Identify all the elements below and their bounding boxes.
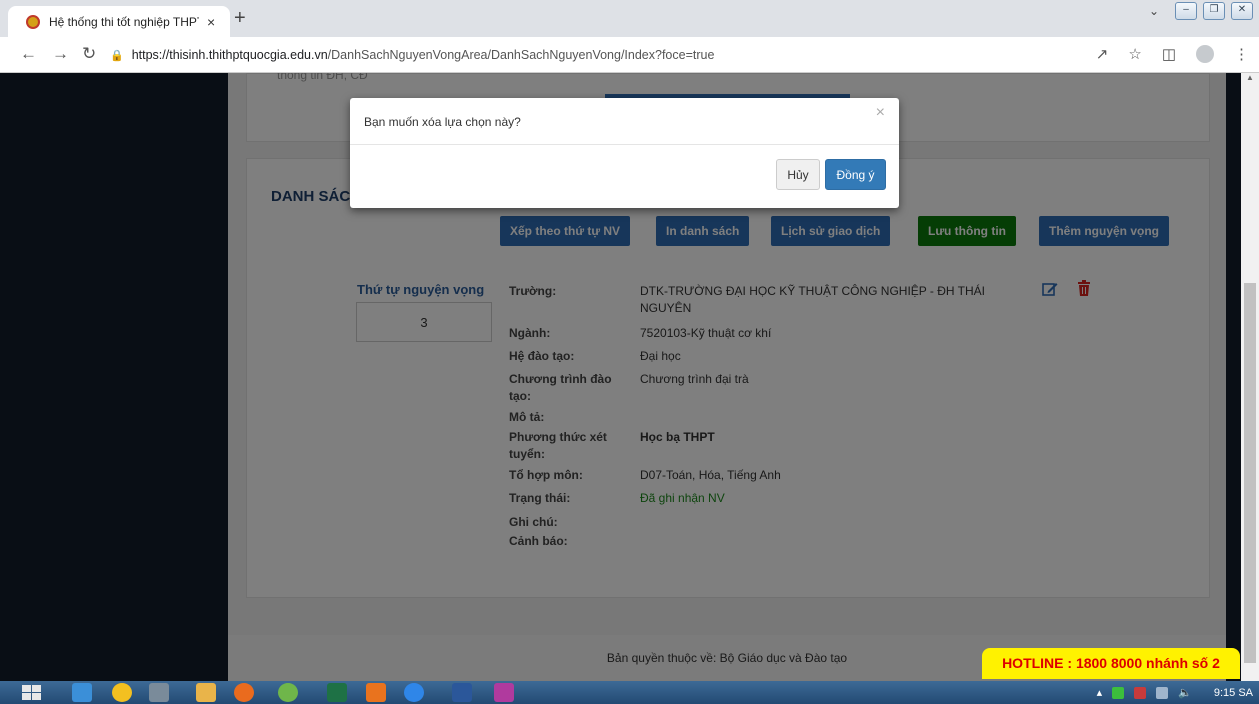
browser-menu-icon[interactable]: ⋮ (1234, 45, 1249, 63)
browser-tab-bar: Hệ thống thi tốt nghiệp THPT 20 × + ⌄ – … (0, 0, 1259, 37)
tray-expand-icon[interactable]: ▴ (1097, 686, 1103, 699)
forward-arrow-icon[interactable]: → (52, 44, 69, 64)
browser-tab[interactable]: Hệ thống thi tốt nghiệp THPT 20 × (8, 6, 230, 37)
display-icon[interactable] (1156, 686, 1169, 699)
scroll-up-arrow-icon[interactable]: ▲ (1246, 73, 1254, 82)
dialog-divider (350, 144, 899, 145)
minimize-button[interactable]: – (1175, 2, 1197, 20)
confirm-delete-dialog: Bạn muốn xóa lựa chọn này? × Hủy Đồng ý (350, 98, 899, 208)
share-icon[interactable]: ↗ (1096, 45, 1109, 63)
chrome-icon[interactable] (112, 683, 132, 702)
dialog-close-icon[interactable]: × (876, 104, 885, 122)
new-tab-button[interactable]: + (234, 7, 246, 30)
browser-right-tools: ↗ ☆ ◫ ⋮ (1096, 45, 1249, 63)
excel-icon[interactable] (327, 683, 347, 702)
zalo-icon[interactable] (404, 683, 424, 702)
paint-app-icon[interactable] (494, 683, 514, 702)
firefox-icon[interactable] (234, 683, 254, 702)
coccoc-icon[interactable] (278, 683, 298, 702)
network-error-icon[interactable] (1134, 686, 1147, 699)
reload-icon[interactable]: ↻ (82, 44, 96, 64)
control-panel-icon[interactable] (149, 683, 169, 702)
taskbar: ▴ 🔈 9:15 SA (0, 681, 1259, 704)
bookmark-star-icon[interactable]: ☆ (1128, 45, 1141, 63)
file-explorer-icon[interactable] (196, 683, 216, 702)
scrollbar-thumb[interactable] (1244, 283, 1256, 663)
tab-search-chevron-icon[interactable]: ⌄ (1149, 4, 1159, 18)
word-icon[interactable] (452, 683, 472, 702)
tab-close-icon[interactable]: × (207, 14, 215, 30)
address-bar[interactable]: 🔒 https://thisinh.thithptquocgia.edu.vn/… (110, 42, 1090, 68)
clock[interactable]: 9:15 SA (1214, 687, 1253, 699)
confirm-button[interactable]: Đồng ý (825, 159, 886, 190)
back-arrow-icon[interactable]: ← (20, 44, 37, 64)
restore-button[interactable]: ❐ (1203, 2, 1225, 20)
security-shield-icon[interactable] (1112, 686, 1125, 699)
page-scrollbar[interactable]: ▲ (1241, 73, 1259, 681)
dialog-message: Bạn muốn xóa lựa chọn này? (364, 115, 521, 129)
lock-icon[interactable]: 🔒 (110, 49, 124, 62)
volume-icon[interactable]: 🔈 (1178, 686, 1192, 699)
system-tray: ▴ 🔈 9:15 SA (1097, 681, 1253, 704)
media-player-icon[interactable] (366, 683, 386, 702)
cancel-button[interactable]: Hủy (776, 159, 820, 190)
close-window-button[interactable]: ✕ (1231, 2, 1253, 20)
hotline-badge[interactable]: HOTLINE : 1800 8000 nhánh số 2 (982, 648, 1240, 679)
browser-toolbar: ← → ↻ 🔒 https://thisinh.thithptquocgia.e… (0, 37, 1259, 73)
profile-avatar[interactable] (1196, 45, 1214, 63)
url-text: https://thisinh.thithptquocgia.edu.vn/Da… (131, 48, 715, 62)
start-button-icon[interactable] (16, 682, 50, 703)
side-panel-icon[interactable]: ◫ (1162, 45, 1176, 63)
internet-explorer-icon[interactable] (72, 683, 92, 702)
site-favicon-icon (26, 14, 40, 29)
window-controls: ⌄ – ❐ ✕ (1149, 2, 1253, 20)
tab-title: Hệ thống thi tốt nghiệp THPT 20 (49, 14, 199, 29)
